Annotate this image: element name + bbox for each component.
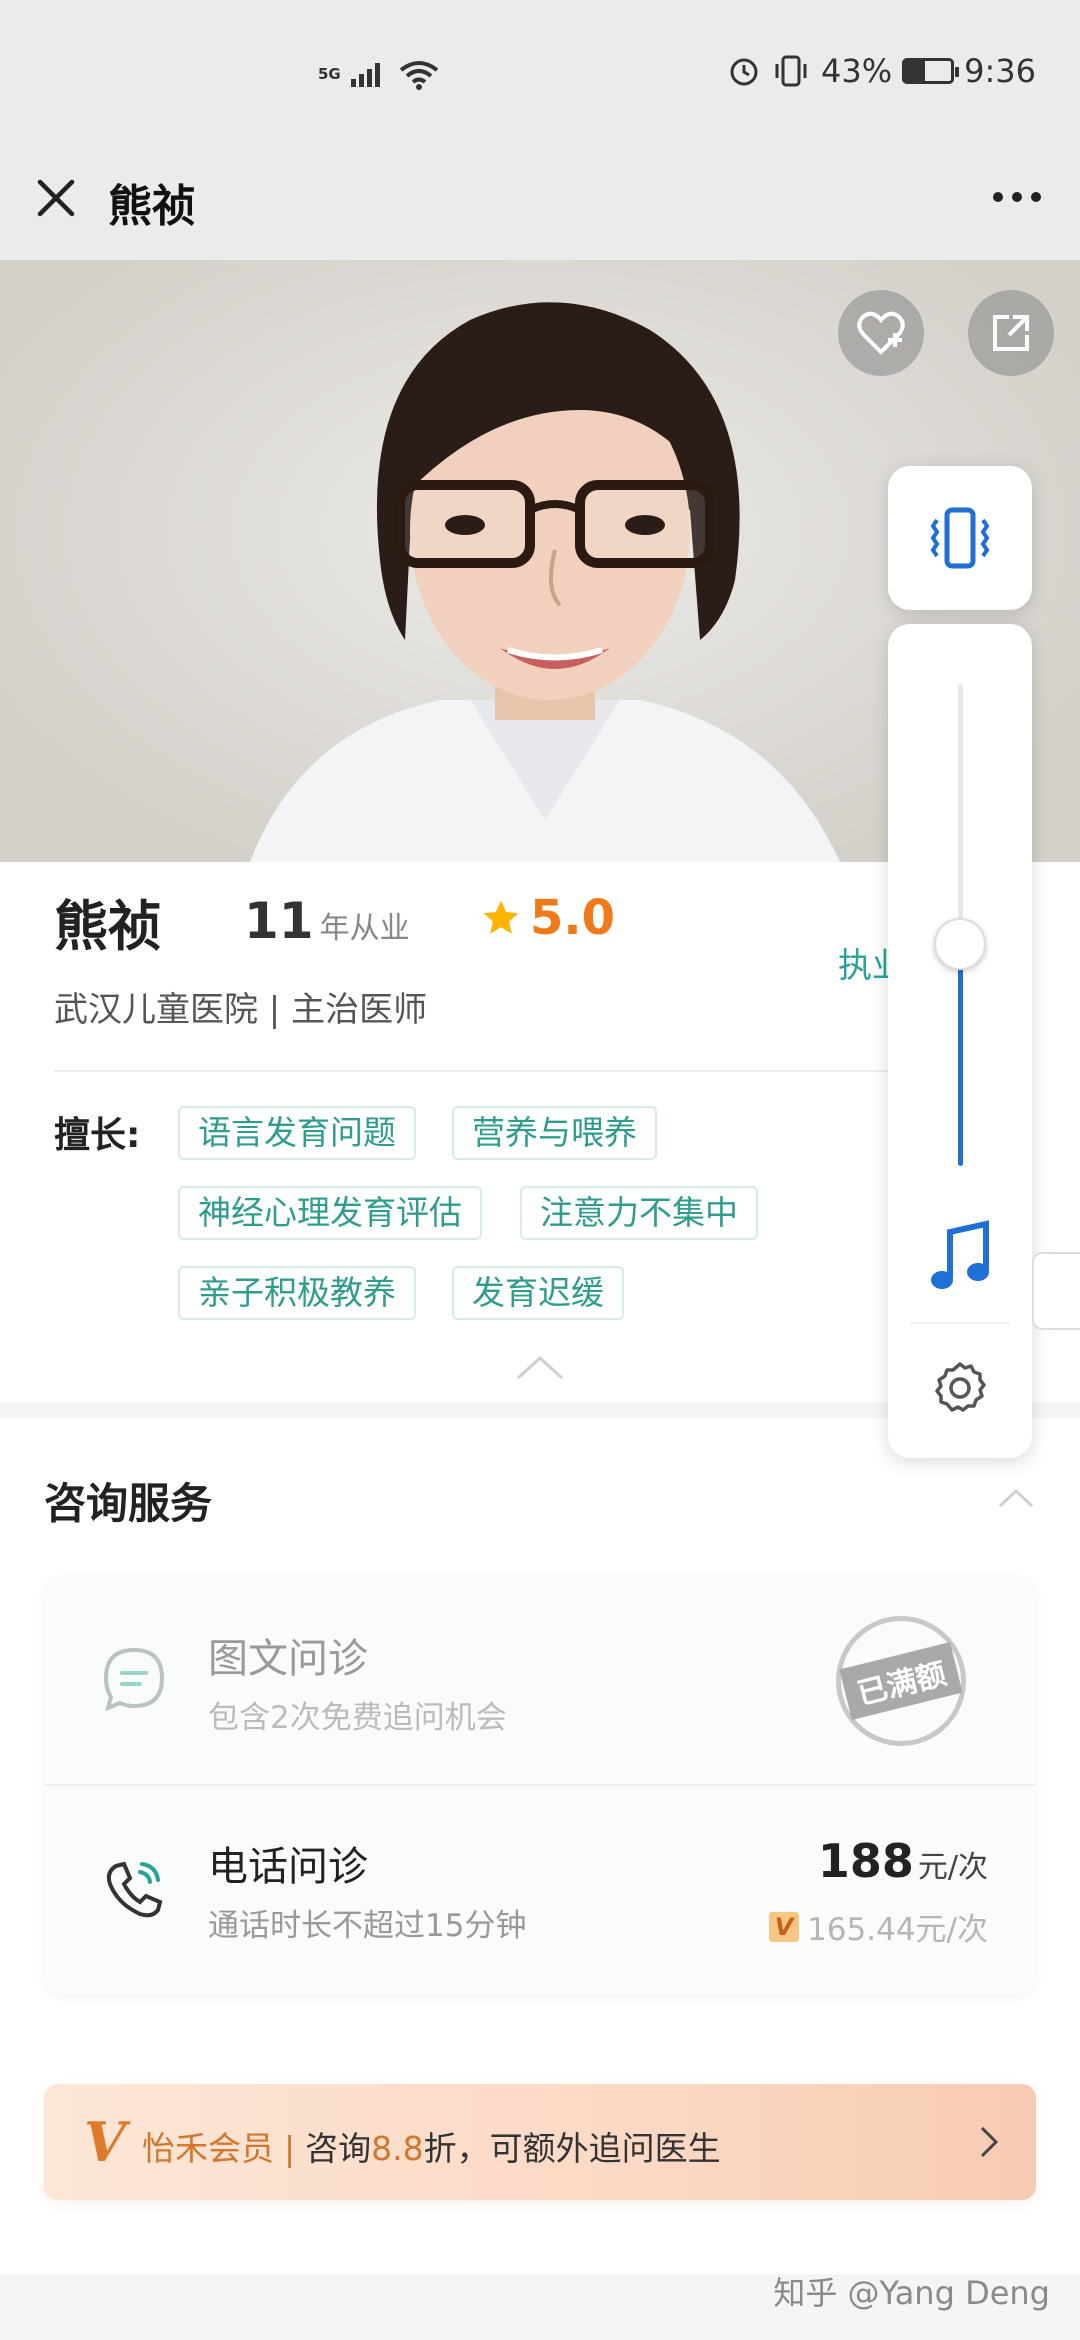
chevron-up-icon[interactable] xyxy=(996,1486,1036,1510)
volume-slider-thumb[interactable] xyxy=(934,918,986,971)
chevron-up-icon[interactable] xyxy=(514,1352,566,1382)
price-unit: 元/次 xyxy=(917,1850,988,1885)
chat-bubble-icon xyxy=(103,1647,165,1712)
service-phone-consult[interactable]: 电话问诊 通话时长不超过15分钟 188 元/次 V 165.44元/次 xyxy=(44,1786,1036,1992)
status-right: 43% 9:36 xyxy=(727,52,1036,90)
years-of-practice: 11 年从业 xyxy=(244,892,410,950)
gear-icon[interactable] xyxy=(930,1358,990,1418)
battery-fill xyxy=(905,61,925,81)
battery-icon xyxy=(902,58,960,84)
skill-tag: 发育迟缓 xyxy=(452,1266,624,1320)
alarm-icon xyxy=(730,58,758,86)
service-price: 188 元/次 xyxy=(818,1834,988,1888)
star-icon xyxy=(483,900,519,934)
status-bar: 5G 43% 9:36 xyxy=(0,0,1080,150)
vip-logo: V xyxy=(84,2110,126,2174)
vip-brand: 怡禾会员 xyxy=(142,2129,274,2168)
network-indicator: 5G xyxy=(318,58,441,90)
skill-tag: 注意力不集中 xyxy=(520,1186,758,1240)
vip-text: 怡禾会员 | 咨询8.8折，可额外追问医生 xyxy=(142,2122,721,2170)
volume-slider-fill xyxy=(958,944,963,1166)
page-title: 熊祯 xyxy=(108,181,196,232)
rating-value: 5.0 xyxy=(530,890,616,946)
music-note-icon[interactable] xyxy=(924,1218,996,1298)
vip-separator: | xyxy=(284,2129,296,2168)
service-name: 图文问诊 xyxy=(208,1636,368,1682)
more-dots-icon[interactable] xyxy=(982,170,1052,224)
chevron-right-icon xyxy=(980,2126,999,2158)
section-title: 咨询服务 xyxy=(44,1479,213,1528)
consult-services-section: 咨询服务 图文问诊 包含2次免费追问机会 已满额 电话问诊 通话时长不超过15分… xyxy=(0,1418,1080,2274)
skill-tag: 语言发育问题 xyxy=(178,1106,416,1160)
doctor-rating: 5.0 xyxy=(480,890,615,946)
service-text-consult[interactable]: 图文问诊 包含2次免费追问机会 已满额 xyxy=(44,1578,1036,1784)
price-amount: 188 xyxy=(817,1834,914,1888)
divider xyxy=(910,1322,1010,1324)
close-icon[interactable] xyxy=(26,168,86,228)
volume-panel xyxy=(888,624,1032,1458)
vibrate-mode-button[interactable] xyxy=(888,466,1032,610)
vibrate-icon xyxy=(775,55,807,87)
wifi-icon xyxy=(399,61,438,90)
vip-membership-banner[interactable]: V 怡禾会员 | 咨询8.8折，可额外追问医生 xyxy=(44,2084,1036,2200)
vip-price-value: 165.44元/次 xyxy=(807,1912,988,1948)
heart-plus-icon xyxy=(857,311,905,355)
full-stamp: 已满额 xyxy=(836,1616,966,1746)
title-bar: 熊祯 xyxy=(0,150,1080,260)
network-type: 5G xyxy=(318,65,341,83)
vibrate-mode-icon xyxy=(930,507,990,569)
years-number: 11 xyxy=(244,892,314,950)
service-name: 电话问诊 xyxy=(208,1844,368,1890)
vip-badge-icon: V xyxy=(769,1911,800,1942)
watermark: 知乎 @Yang Deng xyxy=(773,2274,1050,2312)
stamp-text: 已满额 xyxy=(839,1641,963,1721)
doctor-name: 熊祯 xyxy=(54,895,162,958)
signal-icon xyxy=(350,63,380,87)
service-desc: 通话时长不超过15分钟 xyxy=(208,1908,527,1944)
services-card: 图文问诊 包含2次免费追问机会 已满额 电话问诊 通话时长不超过15分钟 188… xyxy=(44,1578,1036,1994)
divider xyxy=(54,1070,894,1072)
years-unit: 年从业 xyxy=(319,911,410,946)
service-desc: 包含2次免费追问机会 xyxy=(208,1700,507,1736)
vip-discount: 8.8 xyxy=(371,2129,424,2168)
skill-tag: 营养与喂养 xyxy=(452,1106,657,1160)
skill-tag: 神经心理发育评估 xyxy=(178,1186,482,1240)
clock: 9:36 xyxy=(964,52,1036,90)
vip-text-after: 折，可额外追问医生 xyxy=(423,2129,721,2168)
favorite-button[interactable] xyxy=(838,290,924,376)
vip-text-before: 咨询 xyxy=(305,2129,372,2168)
phone-icon xyxy=(106,1861,163,1918)
hospital-title: 武汉儿童医院 | 主治医师 xyxy=(54,990,428,1030)
skill-tag: 亲子积极教养 xyxy=(178,1266,416,1320)
vip-price: V 165.44元/次 xyxy=(769,1904,988,1949)
edge-panel-handle[interactable] xyxy=(1032,1252,1080,1330)
share-button[interactable] xyxy=(968,290,1054,376)
battery-percent: 43% xyxy=(821,52,893,90)
skills-label: 擅长: xyxy=(54,1115,141,1156)
share-icon xyxy=(993,315,1029,351)
